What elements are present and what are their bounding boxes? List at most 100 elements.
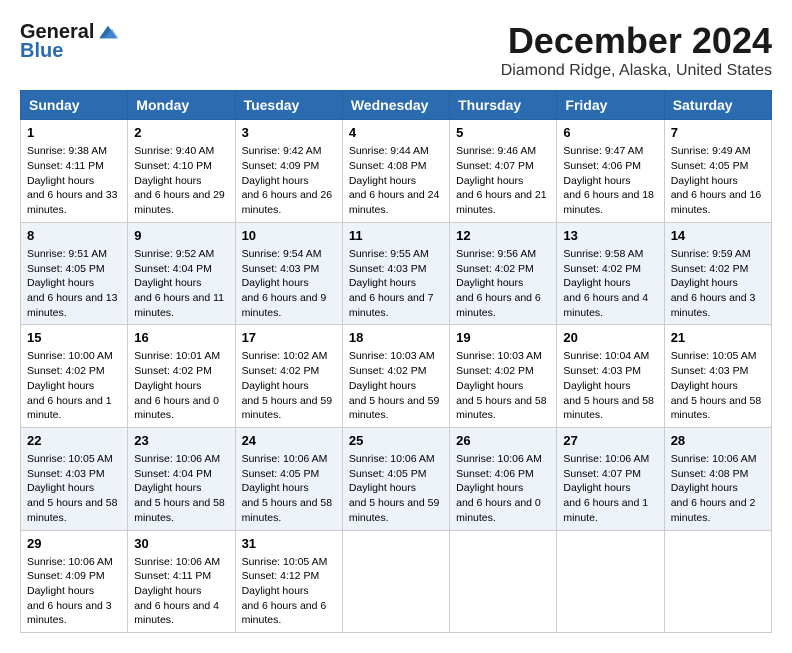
day-number: 5 (456, 124, 550, 142)
calendar-cell: 9Sunrise: 9:52 AMSunset: 4:04 PMDaylight… (128, 222, 235, 325)
daylight-text: Daylight hours (242, 380, 309, 392)
month-title: December 2024 (501, 20, 772, 62)
day-number: 28 (671, 432, 765, 450)
sunset-text: Sunset: 4:02 PM (456, 365, 534, 377)
day-number: 31 (242, 535, 336, 553)
daylight-value: and 6 hours and 33 minutes. (27, 189, 118, 216)
sunset-text: Sunset: 4:07 PM (563, 468, 641, 480)
day-number: 26 (456, 432, 550, 450)
calendar-cell (664, 530, 771, 633)
sunset-text: Sunset: 4:02 PM (349, 365, 427, 377)
daylight-text: Daylight hours (134, 380, 201, 392)
daylight-value: and 5 hours and 59 minutes. (349, 395, 440, 422)
calendar-cell: 5Sunrise: 9:46 AMSunset: 4:07 PMDaylight… (450, 120, 557, 223)
col-thursday: Thursday (450, 91, 557, 120)
daylight-text: Daylight hours (349, 482, 416, 494)
sunrise-text: Sunrise: 9:54 AM (242, 248, 322, 260)
daylight-text: Daylight hours (563, 482, 630, 494)
sunset-text: Sunset: 4:04 PM (134, 263, 212, 275)
sunrise-text: Sunrise: 10:06 AM (456, 453, 542, 465)
daylight-value: and 5 hours and 58 minutes. (671, 395, 762, 422)
calendar-cell: 19Sunrise: 10:03 AMSunset: 4:02 PMDaylig… (450, 325, 557, 428)
daylight-value: and 6 hours and 3 minutes. (27, 600, 112, 627)
calendar-cell: 27Sunrise: 10:06 AMSunset: 4:07 PMDaylig… (557, 427, 664, 530)
sunset-text: Sunset: 4:04 PM (134, 468, 212, 480)
daylight-value: and 6 hours and 7 minutes. (349, 292, 434, 319)
daylight-value: and 6 hours and 4 minutes. (563, 292, 648, 319)
sunrise-text: Sunrise: 10:01 AM (134, 350, 220, 362)
sunrise-text: Sunrise: 10:06 AM (27, 556, 113, 568)
day-number: 9 (134, 227, 228, 245)
sunrise-text: Sunrise: 9:44 AM (349, 145, 429, 157)
sunset-text: Sunset: 4:09 PM (242, 160, 320, 172)
day-number: 8 (27, 227, 121, 245)
daylight-text: Daylight hours (242, 175, 309, 187)
sunset-text: Sunset: 4:02 PM (456, 263, 534, 275)
sunset-text: Sunset: 4:06 PM (456, 468, 534, 480)
page-header: General Blue December 2024 Diamond Ridge… (20, 20, 772, 80)
sunset-text: Sunset: 4:05 PM (671, 160, 749, 172)
day-number: 20 (563, 329, 657, 347)
daylight-text: Daylight hours (134, 585, 201, 597)
calendar-table: Sunday Monday Tuesday Wednesday Thursday… (20, 90, 772, 633)
day-number: 14 (671, 227, 765, 245)
daylight-value: and 6 hours and 3 minutes. (671, 292, 756, 319)
day-number: 7 (671, 124, 765, 142)
sunrise-text: Sunrise: 10:03 AM (349, 350, 435, 362)
calendar-cell: 12Sunrise: 9:56 AMSunset: 4:02 PMDayligh… (450, 222, 557, 325)
col-wednesday: Wednesday (342, 91, 449, 120)
day-number: 29 (27, 535, 121, 553)
calendar-cell: 6Sunrise: 9:47 AMSunset: 4:06 PMDaylight… (557, 120, 664, 223)
daylight-value: and 5 hours and 59 minutes. (242, 395, 333, 422)
day-number: 25 (349, 432, 443, 450)
day-number: 23 (134, 432, 228, 450)
sunrise-text: Sunrise: 9:40 AM (134, 145, 214, 157)
daylight-value: and 6 hours and 0 minutes. (456, 497, 541, 524)
sunrise-text: Sunrise: 9:46 AM (456, 145, 536, 157)
sunrise-text: Sunrise: 10:06 AM (134, 556, 220, 568)
calendar-cell: 8Sunrise: 9:51 AMSunset: 4:05 PMDaylight… (21, 222, 128, 325)
sunset-text: Sunset: 4:08 PM (671, 468, 749, 480)
location-title: Diamond Ridge, Alaska, United States (501, 62, 772, 80)
sunrise-text: Sunrise: 9:38 AM (27, 145, 107, 157)
day-number: 12 (456, 227, 550, 245)
sunrise-text: Sunrise: 9:55 AM (349, 248, 429, 260)
sunrise-text: Sunrise: 9:59 AM (671, 248, 751, 260)
daylight-value: and 6 hours and 13 minutes. (27, 292, 118, 319)
daylight-text: Daylight hours (27, 585, 94, 597)
logo: General Blue (20, 20, 120, 63)
sunset-text: Sunset: 4:02 PM (134, 365, 212, 377)
sunset-text: Sunset: 4:11 PM (27, 160, 104, 172)
daylight-value: and 6 hours and 16 minutes. (671, 189, 762, 216)
day-number: 24 (242, 432, 336, 450)
sunrise-text: Sunrise: 10:05 AM (671, 350, 757, 362)
daylight-text: Daylight hours (27, 380, 94, 392)
sunrise-text: Sunrise: 9:42 AM (242, 145, 322, 157)
daylight-value: and 6 hours and 29 minutes. (134, 189, 225, 216)
day-number: 27 (563, 432, 657, 450)
calendar-cell (450, 530, 557, 633)
day-number: 11 (349, 227, 443, 245)
calendar-cell: 30Sunrise: 10:06 AMSunset: 4:11 PMDaylig… (128, 530, 235, 633)
sunrise-text: Sunrise: 10:06 AM (349, 453, 435, 465)
sunset-text: Sunset: 4:06 PM (563, 160, 641, 172)
calendar-week-row: 29Sunrise: 10:06 AMSunset: 4:09 PMDaylig… (21, 530, 772, 633)
sunset-text: Sunset: 4:12 PM (242, 570, 320, 582)
sunrise-text: Sunrise: 10:05 AM (242, 556, 328, 568)
sunrise-text: Sunrise: 10:04 AM (563, 350, 649, 362)
sunrise-text: Sunrise: 9:49 AM (671, 145, 751, 157)
daylight-value: and 6 hours and 11 minutes. (134, 292, 224, 319)
sunset-text: Sunset: 4:10 PM (134, 160, 212, 172)
daylight-value: and 5 hours and 58 minutes. (134, 497, 225, 524)
sunset-text: Sunset: 4:03 PM (349, 263, 427, 275)
sunset-text: Sunset: 4:02 PM (671, 263, 749, 275)
day-number: 18 (349, 329, 443, 347)
daylight-text: Daylight hours (134, 482, 201, 494)
daylight-value: and 5 hours and 58 minutes. (27, 497, 118, 524)
sunrise-text: Sunrise: 9:52 AM (134, 248, 214, 260)
day-number: 17 (242, 329, 336, 347)
calendar-cell: 3Sunrise: 9:42 AMSunset: 4:09 PMDaylight… (235, 120, 342, 223)
calendar-cell: 2Sunrise: 9:40 AMSunset: 4:10 PMDaylight… (128, 120, 235, 223)
day-number: 10 (242, 227, 336, 245)
sunrise-text: Sunrise: 10:00 AM (27, 350, 113, 362)
